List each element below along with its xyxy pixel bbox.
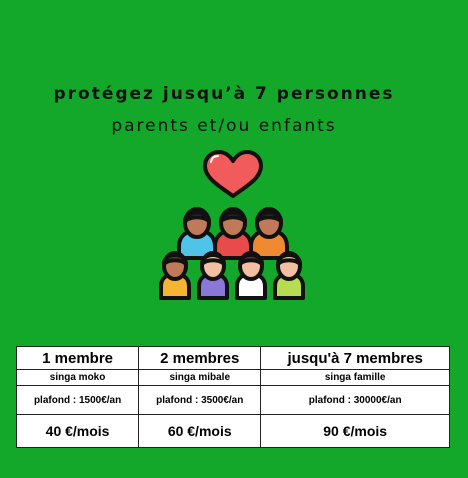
plan-ceiling: plafond : 3500€/an — [138, 385, 262, 415]
plan-name: singa famille — [260, 369, 450, 386]
pricing-table: 1 membre 2 membres jusqu'à 7 membres sin… — [15, 346, 450, 448]
plan-title: 2 membres — [138, 346, 262, 370]
plan-title: jusqu'à 7 membres — [260, 346, 450, 370]
plan-name: singa moko — [15, 369, 140, 386]
plan-name-row: singa moko singa mibale singa famille — [15, 369, 450, 386]
plan-ceiling: plafond : 30000€/an — [260, 385, 450, 415]
plan-price: 60 €/mois — [138, 414, 262, 448]
plan-name: singa mibale — [138, 369, 262, 386]
headline: protégez jusqu’à 7 personnes — [53, 84, 395, 104]
subheadline: parents et/ou enfants — [111, 116, 337, 136]
plan-ceiling: plafond : 1500€/an — [15, 385, 140, 415]
plan-title: 1 membre — [15, 346, 140, 370]
plan-ceiling-row: plafond : 1500€/an plafond : 3500€/an pl… — [15, 385, 450, 415]
family-group-heart-icon — [159, 150, 305, 300]
plan-price-row: 40 €/mois 60 €/mois 90 €/mois — [15, 414, 450, 448]
plan-title-row: 1 membre 2 membres jusqu'à 7 membres — [15, 346, 450, 370]
page: { "headline": "protégez jusqu’à 7 person… — [0, 0, 468, 478]
plan-price: 90 €/mois — [260, 414, 450, 448]
plan-price: 40 €/mois — [15, 414, 140, 448]
